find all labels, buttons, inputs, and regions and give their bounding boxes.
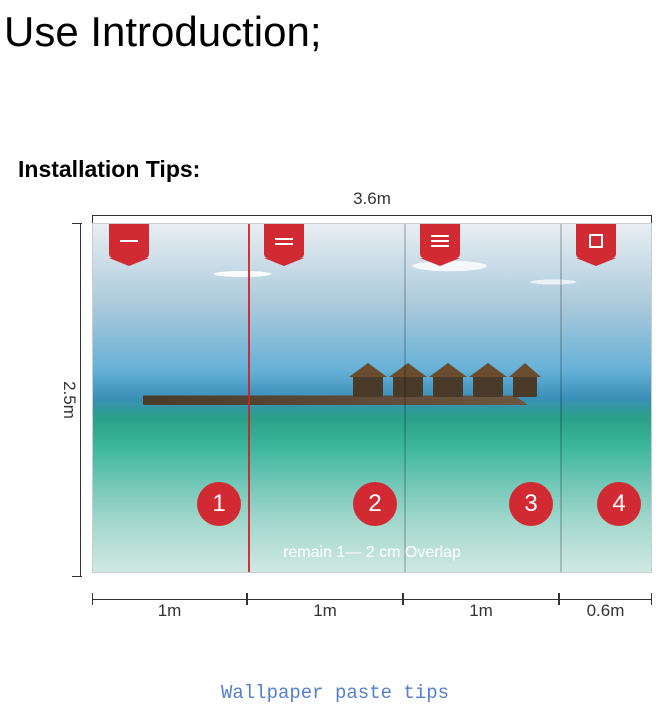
dimension-panel-widths: 1m 1m 1m 0.6m [92, 583, 652, 617]
panel-width-label: 1m [92, 601, 247, 621]
panel-divider [404, 224, 406, 572]
page-title: Use Introduction; [0, 0, 670, 56]
panel-number: 2 [353, 482, 397, 526]
section-heading: Installation Tips: [18, 156, 652, 183]
panel-width-label: 1m [247, 601, 403, 621]
panel-width-label: 0.6m [559, 601, 652, 621]
wallpaper-image: 1 2 3 4 remain 1— 2 cm Overlap [92, 223, 652, 573]
overlap-note: remain 1— 2 cm Overlap [93, 544, 651, 562]
hut-icon [433, 375, 463, 397]
panel-width: 1m [403, 583, 559, 617]
panel-number: 4 [597, 482, 641, 526]
panel-width-label: 1m [403, 601, 559, 621]
hut-icon [473, 375, 503, 397]
caption: Wallpaper paste tips [0, 682, 670, 704]
panel-divider [560, 224, 562, 572]
diagram: 3.6m 2.5m 1 [20, 189, 650, 629]
panel-width: 0.6m [559, 583, 652, 617]
dimension-total-height: 2.5m [54, 223, 82, 577]
hut-icon [393, 375, 423, 397]
panel-divider [248, 224, 250, 572]
panel-tag [264, 224, 304, 258]
total-width-label: 3.6m [353, 189, 391, 208]
sky-clouds [113, 234, 631, 314]
panel-tag [420, 224, 460, 258]
panel-tag [109, 224, 149, 258]
hut-icon [513, 375, 537, 397]
panel-width: 1m [247, 583, 403, 617]
panel-number: 1 [197, 482, 241, 526]
hut-icon [353, 375, 383, 397]
dimension-total-width: 3.6m [92, 189, 652, 217]
total-height-label: 2.5m [59, 381, 79, 419]
panel-width: 1m [92, 583, 247, 617]
panel-number: 3 [509, 482, 553, 526]
pier-walkway [143, 395, 528, 405]
panel-tag [576, 224, 616, 258]
diagram-container: Installation Tips: 3.6m 2.5m [0, 136, 670, 639]
